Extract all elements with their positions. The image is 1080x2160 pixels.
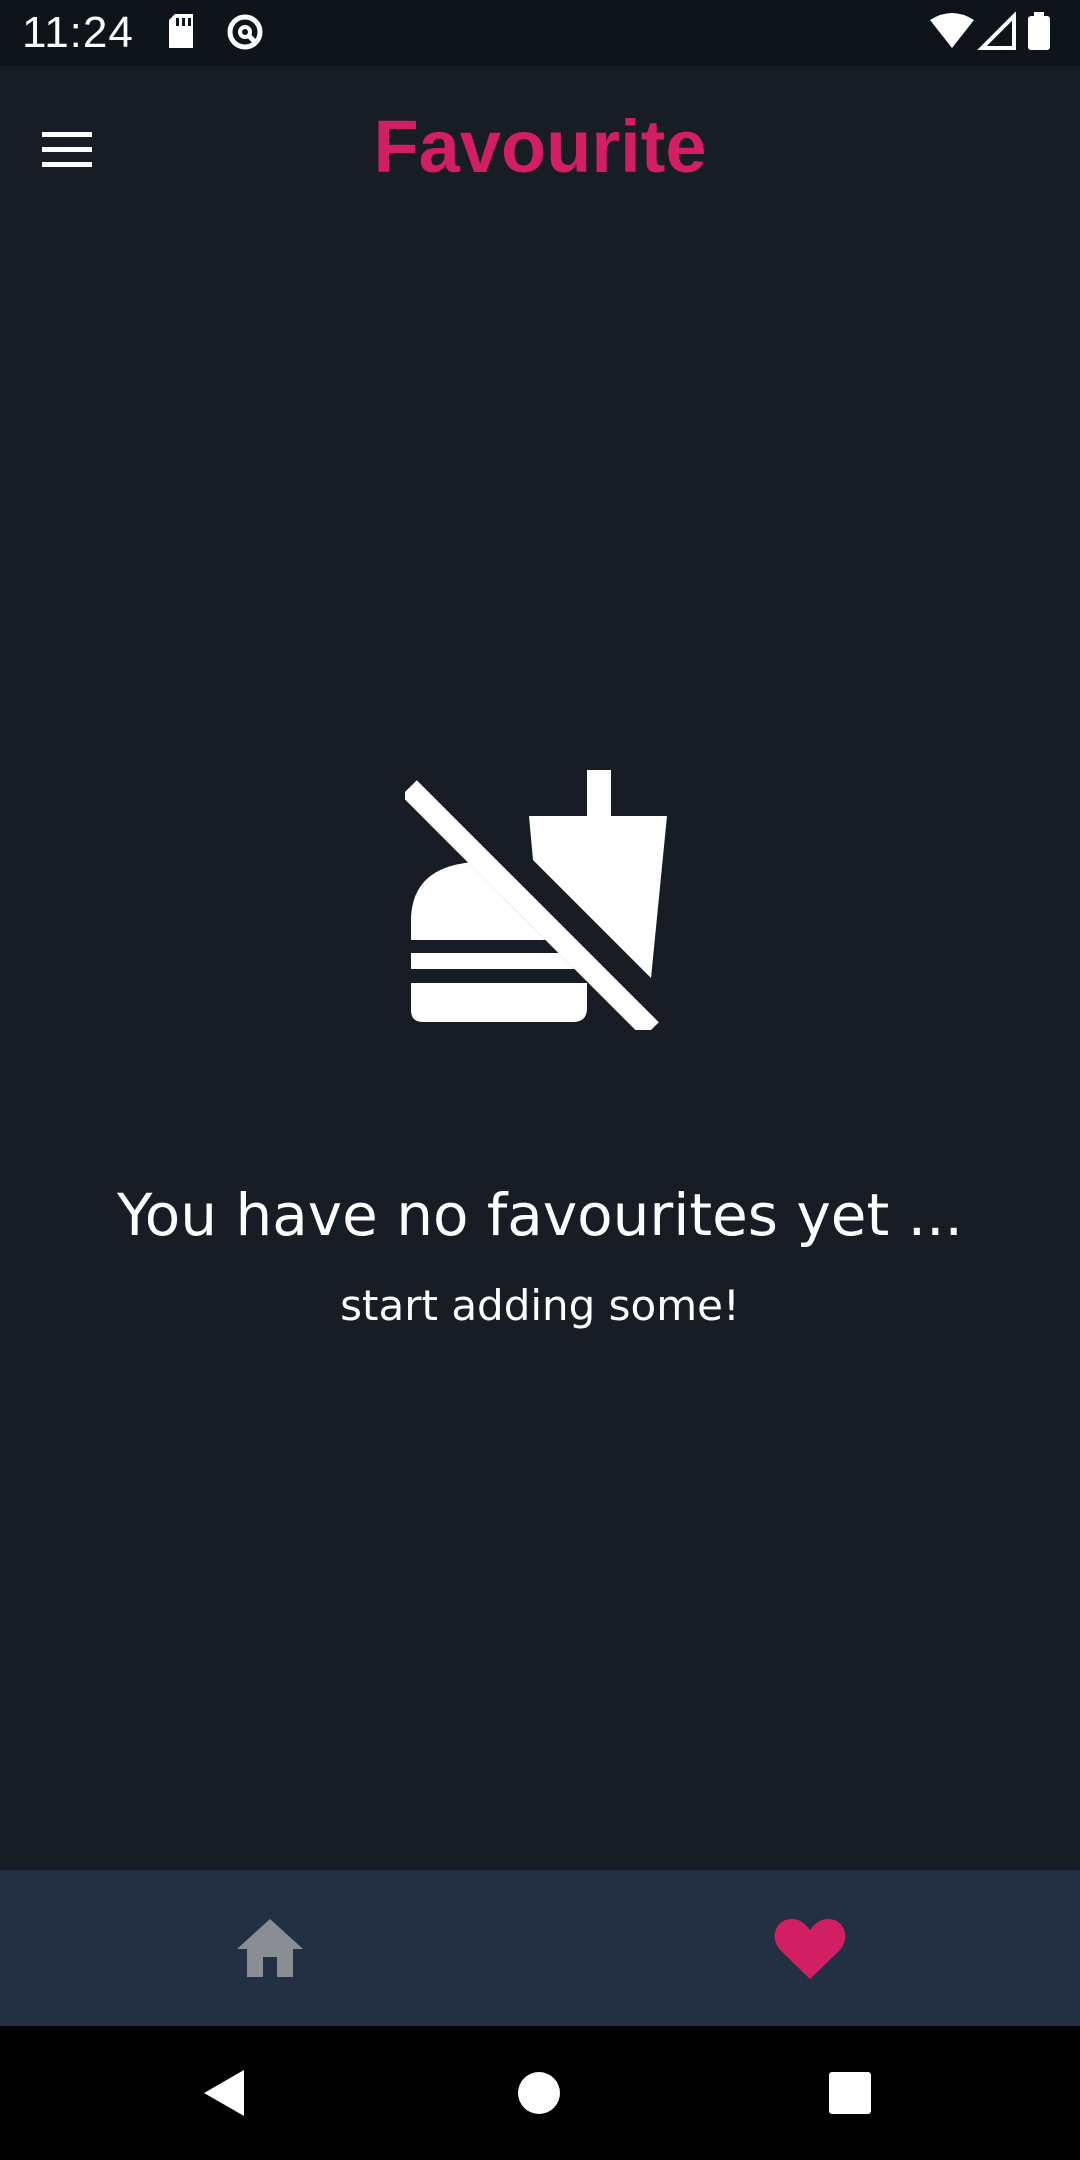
heart-icon: [774, 1919, 846, 1979]
status-right-icons: [930, 11, 1060, 56]
bottom-nav: [0, 1870, 1080, 2026]
recents-button[interactable]: [815, 2058, 885, 2128]
sd-card-icon: [169, 14, 193, 48]
recents-icon: [829, 2072, 871, 2114]
nav-favourite-tab[interactable]: [540, 1870, 1080, 2026]
back-icon: [204, 2070, 244, 2116]
home-circle-icon: [518, 2072, 560, 2114]
nav-home-tab[interactable]: [0, 1870, 540, 2026]
wifi-icon: [930, 13, 974, 48]
app-bar: Favourite: [0, 66, 1080, 226]
battery-icon: [1028, 16, 1050, 50]
status-time: 11:24: [22, 8, 134, 57]
back-button[interactable]: [190, 2058, 260, 2128]
signal-icon: [977, 11, 1016, 50]
system-nav-bar: [0, 2026, 1080, 2160]
page-title: Favourite: [373, 105, 707, 188]
status-left-icons: [165, 14, 275, 58]
empty-state-title: You have no favourites yet ...: [117, 1181, 963, 1249]
no-food-icon: [401, 770, 675, 1038]
empty-state-subtitle: start adding some!: [340, 1281, 740, 1330]
sync-icon: [227, 14, 263, 50]
home-icon: [237, 1919, 303, 1977]
home-button[interactable]: [504, 2058, 574, 2128]
status-bar: 11:24: [0, 0, 1080, 66]
